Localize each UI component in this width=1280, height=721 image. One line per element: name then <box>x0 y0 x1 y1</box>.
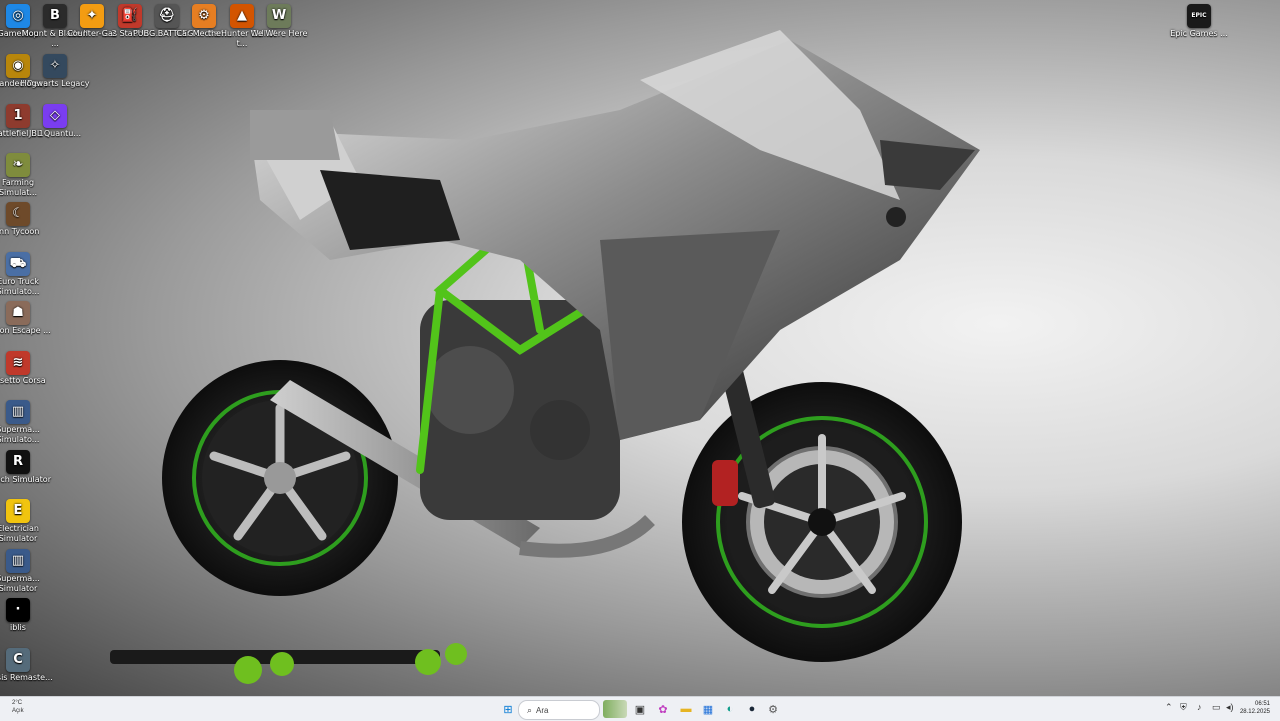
desktop-icon-jbl-quantum[interactable]: ◇ JBL Quantu... <box>18 102 92 139</box>
supermarket-simulator-2-icon: ▥ <box>6 549 30 573</box>
desktop-icon-ranch-simulator[interactable]: RRanch Simulator <box>0 448 55 485</box>
assetto-corsa-icon: ≋ <box>6 351 30 375</box>
desktop-icon-label: Ranch Simulator <box>0 475 51 484</box>
settings-icon[interactable]: ⚙ <box>764 700 782 718</box>
desktop-icon-we-were-here[interactable]: W We Were Here <box>242 2 316 39</box>
desktop-icon-supermarket-simulator-2[interactable]: ▥ Superma... Simulator <box>0 547 55 594</box>
inn-tycoon-icon: ☾ <box>6 202 30 226</box>
we-were-here-icon: W <box>267 4 291 28</box>
desktop-wallpaper <box>110 30 980 684</box>
desktop-icon-label: Electrician Simulator <box>0 524 39 543</box>
taskbar: 2°C Açık ⌕ Ara ⊞ ▣ ✿ ▬ ▦ ◐ ● ⚙ ⌃ ⛨ ♪ ▭ ◂) 06:51 28.… <box>0 696 1280 721</box>
volume-icon[interactable]: ◂) <box>1226 702 1234 713</box>
desktop-icon-label: Farming Simulat... <box>0 178 38 197</box>
desktop-icon-iblis[interactable]: · iblis <box>0 596 55 633</box>
supermarket-simulator-icon: ▥ <box>6 400 30 424</box>
chevron-up-icon[interactable]: ⌃ <box>1165 702 1173 713</box>
desktop-icon-label: Crysis Remaste... <box>0 673 53 682</box>
desktop-icon-label: Euro Truck Simulato... <box>0 277 40 296</box>
ranch-simulator-icon: R <box>6 450 30 474</box>
weather-widget[interactable]: 2°C Açık <box>12 699 24 715</box>
network-icon[interactable]: ▭ <box>1212 702 1221 713</box>
desktop-icon-assetto-corsa[interactable]: ≋Assetto Corsa <box>0 349 55 386</box>
desktop-icon-label: Hogwarts Legacy <box>20 79 90 88</box>
store-icon[interactable]: ▦ <box>699 700 717 718</box>
start-button[interactable]: ⊞ <box>499 700 517 718</box>
engine <box>420 300 620 520</box>
paddock-stand <box>110 643 467 684</box>
steam-icon[interactable]: ● <box>743 700 761 718</box>
desktop-icon-label: Prison Escape ... <box>0 326 51 335</box>
clock[interactable]: 06:51 28.12.2025 <box>1240 700 1270 716</box>
desktop-icon-label: Assetto Corsa <box>0 376 46 385</box>
desktop-icon-prison-escape[interactable]: ☗Prison Escape ... <box>0 299 55 336</box>
desktop-icon-hogwarts[interactable]: ✧ Hogwarts Legacy <box>18 52 92 89</box>
copilot-icon[interactable]: ✿ <box>654 700 672 718</box>
iblis-icon: · <box>6 598 30 622</box>
search-box[interactable]: ⌕ Ara <box>518 700 600 720</box>
electrician-simulator-icon: E <box>6 499 30 523</box>
search-icon: ⌕ <box>527 704 533 715</box>
search-placeholder: Ara <box>536 705 549 715</box>
widget-thumbnail[interactable] <box>603 700 627 718</box>
farming-simulator-icon: ❧ <box>6 153 30 177</box>
euro-truck-icon: ⛟ <box>6 252 30 276</box>
microphone-icon[interactable]: ♪ <box>1197 702 1202 712</box>
desktop-icon-inn-tycoon[interactable]: ☾ Inn Tycoon <box>0 200 55 237</box>
desktop-icon-label: Inn Tycoon <box>0 227 40 236</box>
desktop-icon-supermarket-simulator[interactable]: ▥ Superma... Simulato... <box>0 398 55 445</box>
desktop-icon-label: iblis <box>10 623 26 632</box>
motorcycle-body <box>250 30 980 440</box>
clock-date: 28.12.2025 <box>1239 709 1270 715</box>
security-icon[interactable]: ⛨ <box>1180 702 1187 713</box>
epic-games-icon: EPIC <box>1187 4 1211 28</box>
front-wheel <box>682 382 962 662</box>
desktop-icon-label: Superma... Simulato... <box>0 425 40 444</box>
desktop-icon-euro-truck[interactable]: ⛟ Euro Truck Simulato... <box>0 250 55 297</box>
desktop-icon-electrician-simulator[interactable]: E Electrician Simulator <box>0 497 55 544</box>
weather-temp: 2°C <box>12 700 23 706</box>
file-explorer-icon[interactable]: ▬ <box>677 700 695 718</box>
desktop-icon-epic-games[interactable]: EPIC Epic Games ... <box>1162 2 1236 39</box>
desktop-icon-label: We Were Here <box>250 29 308 38</box>
jbl-quantum-icon: ◇ <box>43 104 67 128</box>
task-view-button[interactable]: ▣ <box>631 700 649 718</box>
tail-section <box>250 110 340 160</box>
weather-description: Açık <box>12 708 24 714</box>
desktop-icon-label: Epic Games ... <box>1170 29 1228 38</box>
edge-icon[interactable]: ◐ <box>721 700 739 718</box>
desktop-icon-farming-simulator[interactable]: ❧ Farming Simulat... <box>0 151 55 198</box>
clock-time: 06:51 <box>1254 701 1270 707</box>
desktop-icon-label: Superma... Simulator <box>0 574 40 593</box>
prison-escape-icon: ☗ <box>6 301 30 325</box>
desktop-icon-crysis[interactable]: CCrysis Remaste... <box>0 646 55 683</box>
hogwarts-icon: ✧ <box>43 54 67 78</box>
crysis-icon: C <box>6 648 30 672</box>
desktop-icon-label: JBL Quantu... <box>28 129 82 138</box>
